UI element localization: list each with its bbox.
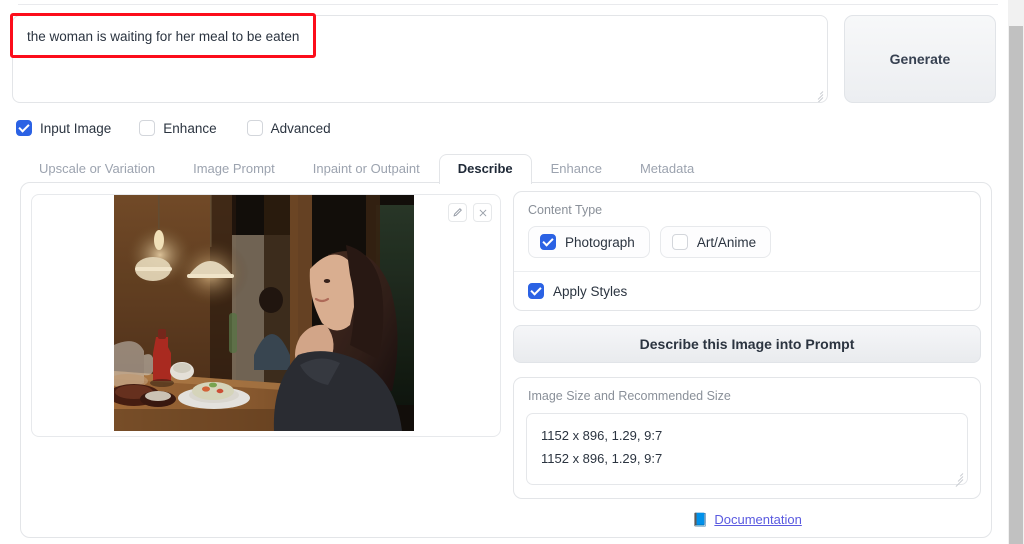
describe-controls-column: Content Type Photograph Art/Anime Apply … (513, 191, 981, 527)
book-icon: 📘 (692, 511, 709, 527)
image-size-card: Image Size and Recommended Size 1152 x 8… (513, 377, 981, 499)
checkbox-enhance-label: Enhance (163, 120, 217, 136)
content-type-choices: Photograph Art/Anime (528, 226, 966, 258)
top-divider (18, 4, 998, 5)
checkbox-apply-styles-label: Apply Styles (553, 283, 628, 299)
tab-image-prompt[interactable]: Image Prompt (174, 154, 294, 184)
close-icon[interactable] (473, 203, 492, 222)
checkbox-input-image-label: Input Image (40, 120, 112, 136)
tab-inpaint-or-outpaint[interactable]: Inpaint or Outpaint (294, 154, 439, 184)
tab-metadata[interactable]: Metadata (621, 154, 713, 184)
image-tool-row (448, 203, 492, 222)
checkbox-advanced-label: Advanced (270, 120, 331, 136)
radio-photograph-box[interactable] (540, 234, 556, 250)
image-size-line: 1152 x 896, 1.29, 9:7 (541, 428, 663, 443)
prompt-input[interactable]: the woman is waiting for her meal to be … (12, 15, 828, 103)
radio-photograph-label: Photograph (565, 234, 635, 250)
generate-button[interactable]: Generate (844, 15, 996, 103)
tab-upscale-or-variation[interactable]: Upscale or Variation (20, 154, 174, 184)
content-type-label: Content Type (528, 203, 603, 217)
radio-art-anime-label: Art/Anime (696, 234, 757, 250)
checkbox-input-image-box[interactable] (16, 120, 32, 136)
image-size-textarea[interactable]: 1152 x 896, 1.29, 9:7 1152 x 896, 1.29, … (526, 413, 968, 487)
uploaded-image (114, 195, 414, 431)
prompt-row: the woman is waiting for her meal to be … (12, 15, 1012, 105)
checkbox-input-image[interactable]: Input Image (16, 118, 111, 138)
describe-tab-panel: Content Type Photograph Art/Anime Apply … (20, 182, 992, 538)
documentation-link[interactable]: Documentation (714, 512, 801, 527)
page-scrollbar-thumb[interactable] (1009, 26, 1023, 544)
checkbox-enhance[interactable]: Enhance (139, 118, 217, 138)
radio-photograph[interactable]: Photograph (528, 226, 650, 258)
prompt-text: the woman is waiting for her meal to be … (27, 29, 300, 44)
option-checkbox-row: Input Image Enhance Advanced (16, 118, 331, 138)
checkbox-apply-styles[interactable]: Apply Styles (514, 272, 980, 310)
pencil-icon[interactable] (448, 203, 467, 222)
textarea-resize-grip[interactable] (811, 87, 824, 102)
radio-art-anime[interactable]: Art/Anime (659, 226, 772, 258)
image-size-line: 1152 x 896, 1.29, 9:7 (541, 450, 663, 466)
content-type-card: Content Type Photograph Art/Anime Apply … (513, 191, 981, 311)
documentation-row: 📘 Documentation (513, 512, 981, 527)
image-preview-card[interactable] (31, 194, 501, 437)
tab-describe[interactable]: Describe (438, 154, 532, 185)
checkbox-apply-styles-box[interactable] (528, 283, 544, 299)
radio-art-anime-box[interactable] (671, 234, 688, 250)
page-scrollbar-track[interactable] (1008, 0, 1024, 544)
tab-enhance[interactable]: Enhance (532, 154, 621, 184)
describe-image-into-prompt-button[interactable]: Describe this Image into Prompt (513, 325, 981, 363)
checkbox-advanced[interactable]: Advanced (246, 118, 331, 138)
image-size-label: Image Size and Recommended Size (528, 389, 731, 403)
checkbox-enhance-box[interactable] (139, 120, 156, 136)
tab-bar: Upscale or Variation Image Prompt Inpain… (20, 154, 992, 185)
content-type-section: Content Type Photograph Art/Anime (514, 192, 980, 271)
checkbox-advanced-box[interactable] (246, 120, 263, 136)
